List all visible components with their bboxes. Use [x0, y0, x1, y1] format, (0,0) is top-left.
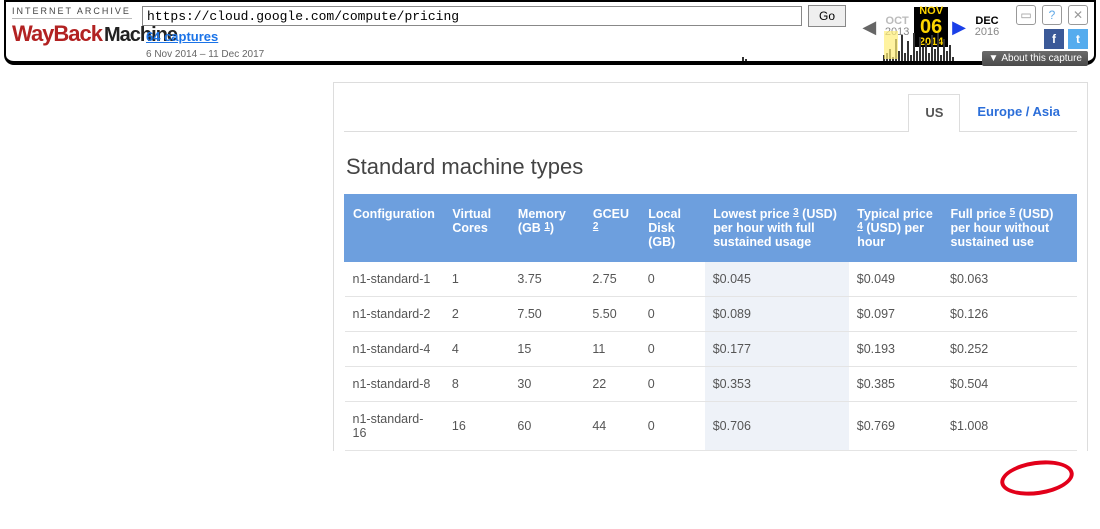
th-cores: Virtual Cores	[444, 195, 510, 262]
tab-europe-asia[interactable]: Europe / Asia	[960, 93, 1077, 131]
td-disk: 0	[640, 367, 705, 402]
wayback-icons: ▭ ? ✕	[1016, 5, 1088, 25]
td-memory: 7.50	[509, 297, 584, 332]
td-cores: 8	[444, 367, 510, 402]
table-row: n1-standard-4415110$0.177$0.193$0.252	[345, 332, 1077, 367]
th-memory-text: Memory (GB	[518, 207, 566, 235]
td-gceu: 22	[584, 367, 639, 402]
td-cores: 2	[444, 297, 510, 332]
th-typical-text: Typical price	[857, 207, 933, 221]
help-icon[interactable]: ?	[1042, 5, 1062, 25]
th-full: Full price 5 (USD) per hour without sust…	[942, 195, 1076, 262]
pricing-panel: US Europe / Asia Standard machine types …	[333, 82, 1088, 451]
td-memory: 15	[509, 332, 584, 367]
td-config: n1-standard-1	[345, 262, 444, 297]
pricing-table: Configuration Virtual Cores Memory (GB 1…	[344, 194, 1077, 451]
table-header-row: Configuration Virtual Cores Memory (GB 1…	[345, 195, 1077, 262]
screenshot-icon[interactable]: ▭	[1016, 5, 1036, 25]
th-typical-rest: (USD) per hour	[857, 221, 924, 249]
wayback-social: f t	[1044, 29, 1088, 49]
pricing-table-body: n1-standard-113.752.750$0.045$0.049$0.06…	[345, 262, 1077, 451]
wayback-url-input[interactable]	[142, 6, 802, 26]
td-config: n1-standard-16	[345, 402, 444, 451]
table-row: n1-standard-227.505.500$0.089$0.097$0.12…	[345, 297, 1077, 332]
td-cores: 1	[444, 262, 510, 297]
td-gceu: 5.50	[584, 297, 639, 332]
wayback-word-a: WayBack	[12, 21, 102, 47]
td-typical: $0.097	[849, 297, 942, 332]
twitter-icon[interactable]: t	[1068, 29, 1088, 49]
th-lowest-text: Lowest price	[713, 207, 789, 221]
th-gceu-text: GCEU	[593, 207, 629, 221]
td-memory: 60	[509, 402, 584, 451]
facebook-icon[interactable]: f	[1044, 29, 1064, 49]
table-row: n1-standard-113.752.750$0.045$0.049$0.06…	[345, 262, 1077, 297]
th-memory-close: )	[550, 221, 554, 235]
tab-us[interactable]: US	[908, 94, 960, 132]
td-typical: $0.193	[849, 332, 942, 367]
region-tabs: US Europe / Asia	[334, 83, 1087, 131]
wayback-logo-top: INTERNET ARCHIVE	[12, 7, 132, 19]
annotation-circle	[998, 456, 1076, 500]
th-config: Configuration	[345, 195, 444, 262]
td-gceu: 11	[584, 332, 639, 367]
table-row: n1-standard-8830220$0.353$0.385$0.504	[345, 367, 1077, 402]
td-gceu: 2.75	[584, 262, 639, 297]
td-disk: 0	[640, 262, 705, 297]
td-memory: 3.75	[509, 262, 584, 297]
wayback-url-row: Go	[142, 5, 858, 27]
th-full-sup[interactable]: 5	[1010, 207, 1016, 218]
about-capture-label: About this capture	[1001, 53, 1082, 64]
wayback-sparkline[interactable]	[742, 31, 992, 61]
th-disk: Local Disk (GB)	[640, 195, 705, 262]
td-disk: 0	[640, 297, 705, 332]
td-disk: 0	[640, 332, 705, 367]
td-typical: $0.769	[849, 402, 942, 451]
td-disk: 0	[640, 402, 705, 451]
wayback-center: Go 64 captures 6 Nov 2014 – 11 Dec 2017	[142, 5, 858, 61]
td-cores: 4	[444, 332, 510, 367]
td-lowest: $0.045	[705, 262, 849, 297]
th-memory: Memory (GB 1)	[509, 195, 584, 262]
captures-range: 6 Nov 2014 – 11 Dec 2017	[146, 49, 264, 60]
th-lowest-sup[interactable]: 3	[793, 207, 799, 218]
wayback-logo[interactable]: INTERNET ARCHIVE WayBack Machine	[12, 7, 132, 47]
th-gceu: GCEU 2	[584, 195, 639, 262]
td-lowest: $0.353	[705, 367, 849, 402]
td-full: $0.252	[942, 332, 1076, 367]
td-typical: $0.385	[849, 367, 942, 402]
th-full-text: Full price	[951, 207, 1007, 221]
td-full: $0.126	[942, 297, 1076, 332]
wayback-go-button[interactable]: Go	[808, 5, 846, 27]
td-full: $0.063	[942, 262, 1076, 297]
td-config: n1-standard-4	[345, 332, 444, 367]
td-config: n1-standard-2	[345, 297, 444, 332]
wayback-toolbar: After 10 minutes, instances are charged …	[4, 0, 1096, 65]
th-lowest: Lowest price 3 (USD) per hour with full …	[705, 195, 849, 262]
section-title: Standard machine types	[334, 132, 1087, 194]
about-capture-toggle[interactable]: ▼ About this capture	[982, 51, 1088, 66]
td-full: $0.504	[942, 367, 1076, 402]
td-memory: 30	[509, 367, 584, 402]
th-gceu-sup[interactable]: 2	[593, 221, 599, 232]
td-lowest: $0.706	[705, 402, 849, 451]
td-full: $1.008	[942, 402, 1076, 451]
td-config: n1-standard-8	[345, 367, 444, 402]
table-row: n1-standard-161660440$0.706$0.769$1.008	[345, 402, 1077, 451]
th-typical: Typical price 4 (USD) per hour	[849, 195, 942, 262]
td-lowest: $0.089	[705, 297, 849, 332]
captures-count-link[interactable]: 64 captures	[146, 29, 218, 44]
td-lowest: $0.177	[705, 332, 849, 367]
td-cores: 16	[444, 402, 510, 451]
td-typical: $0.049	[849, 262, 942, 297]
td-gceu: 44	[584, 402, 639, 451]
close-icon[interactable]: ✕	[1068, 5, 1088, 25]
th-typical-sup[interactable]: 4	[857, 221, 863, 232]
